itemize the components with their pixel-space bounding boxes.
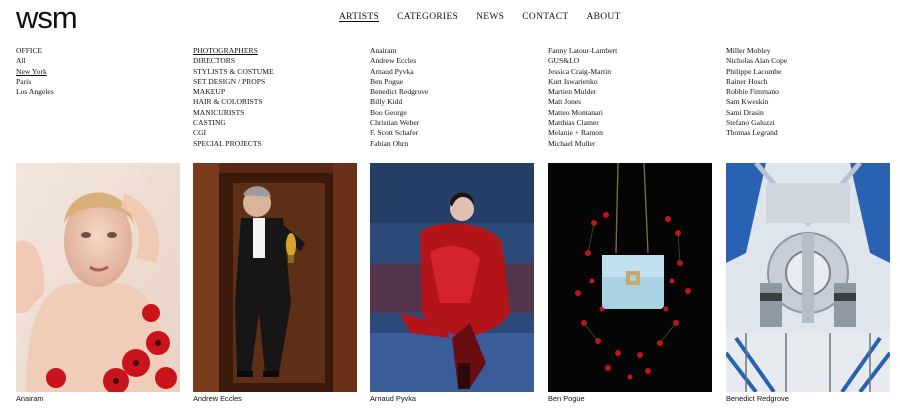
nav-categories[interactable]: CATEGORIES — [397, 11, 458, 23]
nav-news[interactable]: NEWS — [476, 11, 504, 23]
featured-tile-anairam[interactable] — [16, 163, 180, 392]
doorway-portrait-photo-icon — [193, 163, 357, 392]
category-item[interactable]: DIRECTORS — [193, 56, 274, 66]
category-item[interactable]: SPECIAL PROJECTS — [193, 139, 274, 149]
artist-link[interactable]: Philippe Lacombe — [726, 67, 787, 77]
artist-link[interactable]: Sam Kweskin — [726, 97, 787, 107]
artist-link[interactable]: Jessica Craig-Martin — [548, 67, 617, 77]
category-list: PHOTOGRAPHERS DIRECTORS STYLISTS & COSTU… — [193, 46, 274, 149]
featured-tile-arnaud-pyvka[interactable] — [370, 163, 534, 392]
artist-link[interactable]: F. Scott Schafer — [370, 128, 428, 138]
artist-link[interactable]: Sami Drasin — [726, 108, 787, 118]
featured-caption[interactable]: Ben Pogue — [548, 394, 585, 403]
artist-link[interactable]: Melanie + Ramon — [548, 128, 617, 138]
featured-tile-benedict-redgrove[interactable] — [726, 163, 890, 392]
artist-link[interactable]: Billy Kidd — [370, 97, 428, 107]
handbag-photo-icon — [548, 163, 712, 392]
featured-caption[interactable]: Andrew Eccles — [193, 394, 242, 403]
featured-tile-andrew-eccles[interactable] — [193, 163, 357, 392]
featured-tile-ben-pogue[interactable] — [548, 163, 712, 392]
portrait-photo-icon — [16, 163, 180, 392]
office-all[interactable]: All — [16, 56, 54, 66]
artist-link[interactable]: Benedict Redgrove — [370, 87, 428, 97]
artist-link[interactable]: Andrew Eccles — [370, 56, 428, 66]
artist-link[interactable]: Martien Mulder — [548, 87, 617, 97]
artist-link[interactable]: Kurt Iswarienko — [548, 77, 617, 87]
office-new-york[interactable]: New York — [16, 67, 54, 77]
office-los-angeles[interactable]: Los Angeles — [16, 87, 54, 97]
office-heading: OFFICE — [16, 46, 43, 55]
category-item[interactable]: CASTING — [193, 118, 274, 128]
category-item[interactable]: HAIR & COLORISTS — [193, 97, 274, 107]
artist-link[interactable]: Michael Muller — [548, 139, 617, 149]
artist-link[interactable]: Anairam — [370, 46, 428, 56]
artist-list-col-1: Anairam Andrew Eccles Arnaud Pyvka Ben P… — [370, 46, 428, 149]
artist-link[interactable]: Thomas Legrand — [726, 128, 787, 138]
nav-artists[interactable]: ARTISTS — [339, 11, 379, 23]
main-nav: ARTISTS CATEGORIES NEWS CONTACT ABOUT — [339, 11, 639, 23]
office-paris[interactable]: Paris — [16, 77, 54, 87]
artist-link[interactable]: Matt Jones — [548, 97, 617, 107]
artist-link[interactable]: Fanny Latour-Lambert — [548, 46, 617, 56]
category-item[interactable]: SET DESIGN / PROPS — [193, 77, 274, 87]
artist-link[interactable]: Christian Weber — [370, 118, 428, 128]
artist-link[interactable]: Rainer Hosch — [726, 77, 787, 87]
artist-link[interactable]: Arnaud Pyvka — [370, 67, 428, 77]
featured-caption[interactable]: Benedict Redgrove — [726, 394, 789, 403]
artist-link[interactable]: Robbie Fimmano — [726, 87, 787, 97]
category-item[interactable]: MAKEUP — [193, 87, 274, 97]
category-item[interactable]: MANICURISTS — [193, 108, 274, 118]
artist-link[interactable]: GUS&LO — [548, 56, 617, 66]
category-item[interactable]: STYLISTS & COSTUME — [193, 67, 274, 77]
artist-link[interactable]: Stefano Galuzzi — [726, 118, 787, 128]
artist-link[interactable]: Matthias Clamer — [548, 118, 617, 128]
nav-about[interactable]: ABOUT — [586, 11, 620, 23]
machinery-photo-icon — [726, 163, 890, 392]
wsm-logo[interactable]: wsm — [16, 3, 104, 33]
artist-link[interactable]: Miller Mobley — [726, 46, 787, 56]
category-item[interactable]: PHOTOGRAPHERS — [193, 46, 274, 56]
office-filter: OFFICE All New York Paris Los Angeles — [16, 46, 54, 97]
category-item[interactable]: CGI — [193, 128, 274, 138]
artist-list-col-3: Miller Mobley Nicholas Alan Cope Philipp… — [726, 46, 787, 139]
featured-caption[interactable]: Anairam — [16, 394, 44, 403]
artist-link[interactable]: Ben Pogue — [370, 77, 428, 87]
featured-caption[interactable]: Arnaud Pyvka — [370, 394, 416, 403]
nav-contact[interactable]: CONTACT — [522, 11, 568, 23]
artist-link[interactable]: Nicholas Alan Cope — [726, 56, 787, 66]
artist-list-col-2: Fanny Latour-Lambert GUS&LO Jessica Crai… — [548, 46, 617, 149]
artist-link[interactable]: Fabian Ohrn — [370, 139, 428, 149]
red-coat-photo-icon — [370, 163, 534, 392]
artist-link[interactable]: Boo George — [370, 108, 428, 118]
artist-link[interactable]: Matteo Montanari — [548, 108, 617, 118]
logo-text: wsm — [16, 3, 77, 33]
